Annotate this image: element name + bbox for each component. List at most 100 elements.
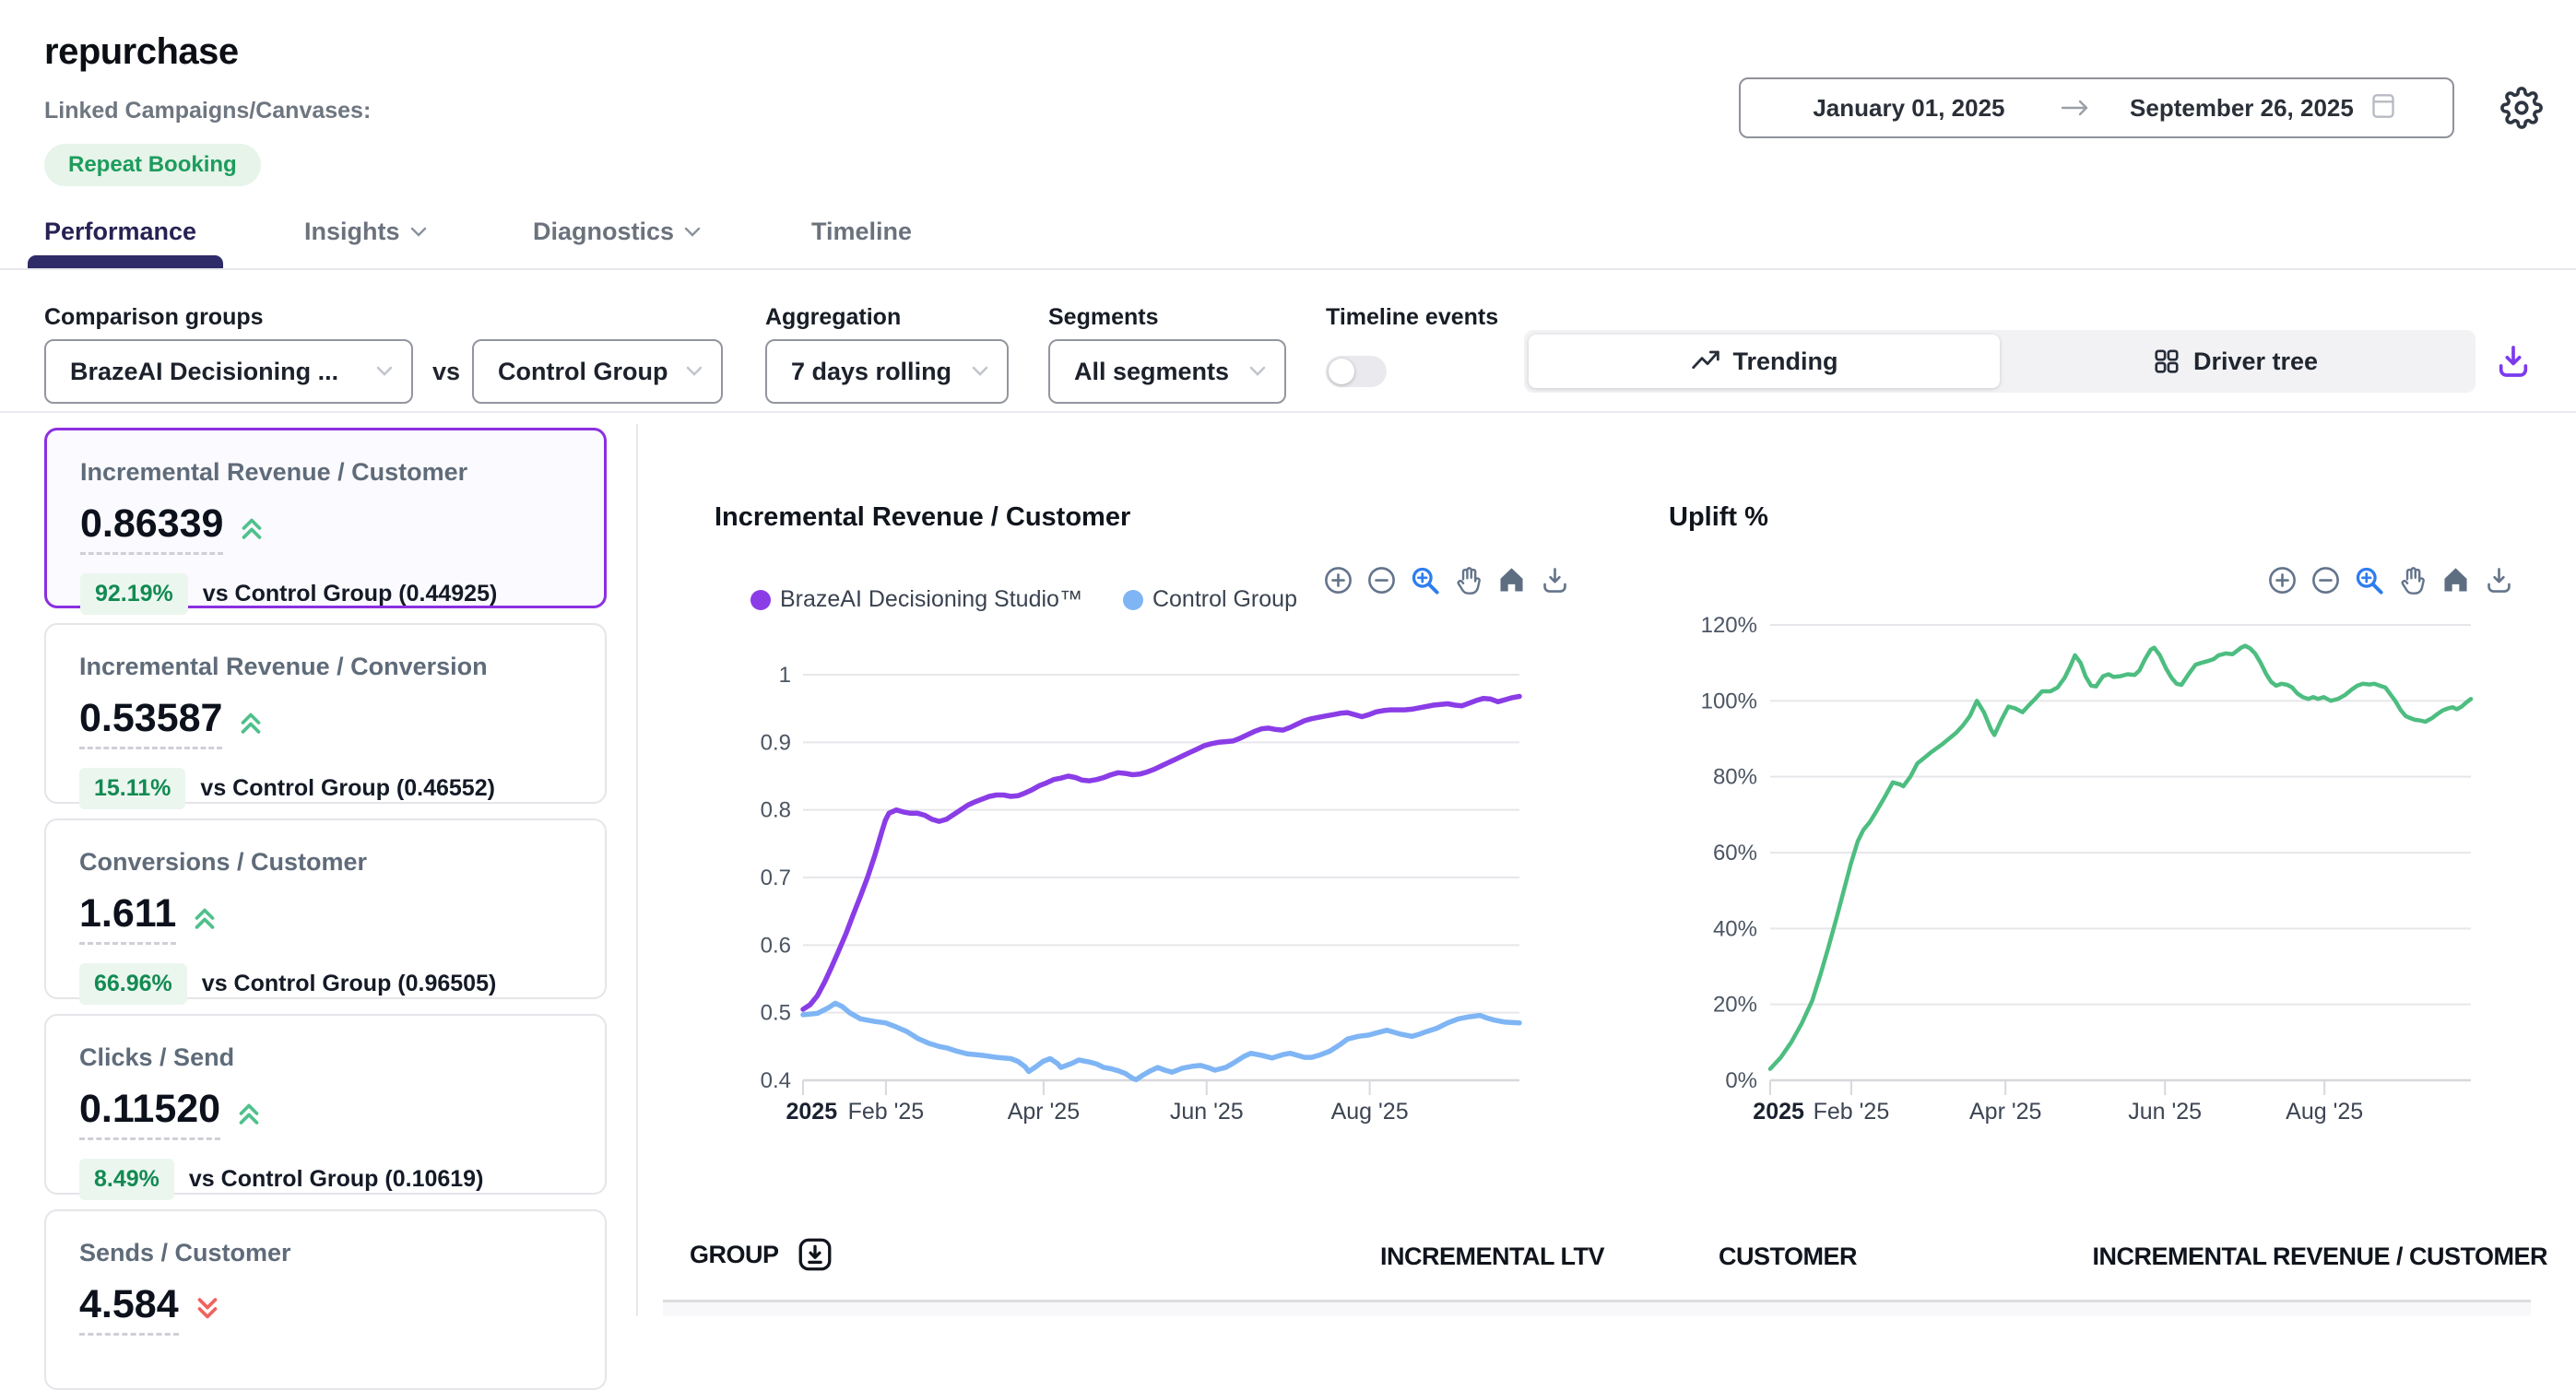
table-first-row[interactable]: [663, 1302, 2531, 1316]
incremental-revenue-chart[interactable]: 10.90.80.70.60.50.42025Feb '25Apr '25Jun…: [701, 645, 1549, 1143]
comparison-groups-label: Comparison groups: [44, 304, 264, 331]
trending-label: Trending: [1733, 348, 1838, 376]
table-header-customer: CUSTOMER: [1580, 1243, 1857, 1271]
metric-card-incremental-revenue-customer[interactable]: Incremental Revenue / Customer 0.86339 9…: [44, 428, 607, 608]
legend-label: Control Group: [1152, 586, 1297, 613]
zoom-out-circle-icon[interactable]: [1365, 564, 1398, 596]
delta-comparison-text: vs Control Group (0.46552): [200, 775, 495, 802]
table-header-incremental-revenue-customer: INCREMENTAL REVENUE / CUSTOMER: [2065, 1243, 2547, 1271]
metric-card-title: Conversions / Customer: [79, 848, 572, 877]
svg-text:Jun '25: Jun '25: [2128, 1099, 2202, 1125]
calendar-icon: [2370, 91, 2396, 125]
svg-text:Feb '25: Feb '25: [1814, 1099, 1890, 1125]
date-range-end[interactable]: September 26, 2025: [2130, 94, 2354, 123]
svg-text:Jun '25: Jun '25: [1170, 1099, 1244, 1125]
metric-card-conversions-customer[interactable]: Conversions / Customer 1.611 66.96%vs Co…: [44, 819, 607, 999]
campaign-chip[interactable]: Repeat Booking: [44, 144, 261, 186]
export-download-button[interactable]: [2495, 343, 2532, 380]
metric-card-sends-customer[interactable]: Sends / Customer 4.584: [44, 1209, 607, 1390]
vs-label: vs: [424, 339, 468, 404]
chart2-title: Uplift %: [1669, 502, 1768, 533]
uplift-chart[interactable]: 120%100%80%60%40%20%0%2025Feb '25Apr '25…: [1669, 590, 2535, 1143]
comparison-group-a-select[interactable]: BrazeAI Decisioning ...: [44, 339, 413, 404]
chevron-down-icon: [970, 364, 990, 379]
aggregation-select[interactable]: 7 days rolling: [765, 339, 1009, 404]
zoom-in-circle-icon[interactable]: [1322, 564, 1354, 596]
driver-tree-label: Driver tree: [2193, 348, 2318, 376]
segments-label: Segments: [1048, 304, 1158, 331]
settings-gear-icon[interactable]: [2500, 87, 2543, 129]
svg-text:0.4: 0.4: [761, 1068, 791, 1093]
svg-text:0.5: 0.5: [761, 1001, 791, 1026]
tab-performance[interactable]: Performance: [44, 218, 196, 246]
metric-card-clicks-send[interactable]: Clicks / Send 0.11520 8.49%vs Control Gr…: [44, 1014, 607, 1195]
trending-view-button[interactable]: Trending: [1529, 335, 2000, 388]
comparison-group-b-select[interactable]: Control Group: [472, 339, 723, 404]
metric-card-value: 0.86339: [80, 501, 223, 555]
view-mode-segmented-control: Trending Driver tree: [1524, 330, 2476, 393]
svg-text:2025: 2025: [786, 1099, 838, 1125]
svg-text:2025: 2025: [1753, 1099, 1804, 1125]
filters-divider: [0, 411, 2576, 413]
legend-item-control-group[interactable]: Control Group: [1123, 586, 1297, 613]
metric-card-title: Incremental Revenue / Conversion: [79, 653, 572, 681]
svg-text:0.6: 0.6: [761, 933, 791, 958]
content-vertical-divider: [636, 424, 638, 1316]
trend-up-icon: [233, 1098, 265, 1129]
chart1-toolbar: [1322, 564, 1571, 596]
tab-insights[interactable]: Insights: [304, 218, 428, 246]
aggregation-value: 7 days rolling: [791, 358, 951, 386]
tabs-divider: [0, 268, 2576, 270]
svg-text:Apr '25: Apr '25: [1969, 1099, 2041, 1125]
arrow-right-icon: [2051, 97, 2099, 119]
svg-text:40%: 40%: [1713, 916, 1757, 941]
zoom-area-icon[interactable]: [1409, 564, 1441, 596]
metric-card-value: 0.11520: [79, 1087, 220, 1140]
aggregation-label: Aggregation: [765, 304, 901, 331]
timeline-events-label: Timeline events: [1326, 304, 1498, 331]
legend-dot-blue: [1123, 590, 1143, 610]
date-range-start[interactable]: January 01, 2025: [1767, 94, 2051, 123]
comparison-group-b-value: Control Group: [498, 358, 668, 386]
svg-text:80%: 80%: [1713, 765, 1757, 790]
svg-text:20%: 20%: [1713, 993, 1757, 1018]
table-header-group: GROUP: [690, 1241, 779, 1269]
delta-badge: 15.11%: [79, 768, 185, 809]
legend-dot-purple: [750, 590, 771, 610]
segments-select[interactable]: All segments: [1048, 339, 1286, 404]
svg-text:Feb '25: Feb '25: [848, 1099, 925, 1125]
svg-text:Aug '25: Aug '25: [1331, 1099, 1409, 1125]
timeline-events-toggle[interactable]: [1326, 356, 1387, 387]
tab-timeline[interactable]: Timeline: [811, 218, 912, 246]
svg-text:100%: 100%: [1701, 689, 1757, 713]
tab-diagnostics-label: Diagnostics: [533, 218, 674, 246]
chevron-down-icon: [683, 226, 702, 239]
metric-card-value: 0.53587: [79, 696, 222, 749]
pan-hand-icon[interactable]: [1452, 564, 1484, 596]
table-header-incremental-ltv: INCREMENTAL LTV: [1328, 1243, 1604, 1271]
linked-campaigns-label: Linked Campaigns/Canvases:: [44, 98, 371, 124]
metric-card-value: 1.611: [79, 891, 176, 945]
download-table-icon[interactable]: [796, 1235, 834, 1274]
chevron-down-icon: [409, 226, 428, 239]
svg-text:Apr '25: Apr '25: [1008, 1099, 1080, 1125]
driver-tree-view-button[interactable]: Driver tree: [2000, 335, 2471, 388]
date-range-picker[interactable]: January 01, 2025 September 26, 2025: [1739, 77, 2454, 138]
trend-up-icon: [236, 512, 267, 544]
trending-icon: [1691, 347, 1720, 376]
delta-badge: 8.49%: [79, 1159, 174, 1200]
metric-card-title: Incremental Revenue / Customer: [80, 458, 571, 487]
metric-card-incremental-revenue-conversion[interactable]: Incremental Revenue / Conversion 0.53587…: [44, 623, 607, 804]
download-chart-icon[interactable]: [1539, 564, 1571, 596]
chevron-down-icon: [1247, 364, 1268, 379]
chart1-legend: BrazeAI Decisioning Studio™ Control Grou…: [750, 586, 1297, 613]
chart1-title: Incremental Revenue / Customer: [715, 502, 1130, 533]
svg-text:0.7: 0.7: [761, 866, 791, 890]
svg-text:0.8: 0.8: [761, 798, 791, 823]
delta-badge: 66.96%: [79, 963, 187, 1005]
tab-diagnostics[interactable]: Diagnostics: [533, 218, 702, 246]
legend-item-brazeai[interactable]: BrazeAI Decisioning Studio™: [750, 586, 1082, 613]
delta-badge: 92.19%: [80, 573, 188, 615]
reset-home-icon[interactable]: [1495, 564, 1528, 596]
comparison-group-a-value: BrazeAI Decisioning ...: [70, 358, 338, 386]
